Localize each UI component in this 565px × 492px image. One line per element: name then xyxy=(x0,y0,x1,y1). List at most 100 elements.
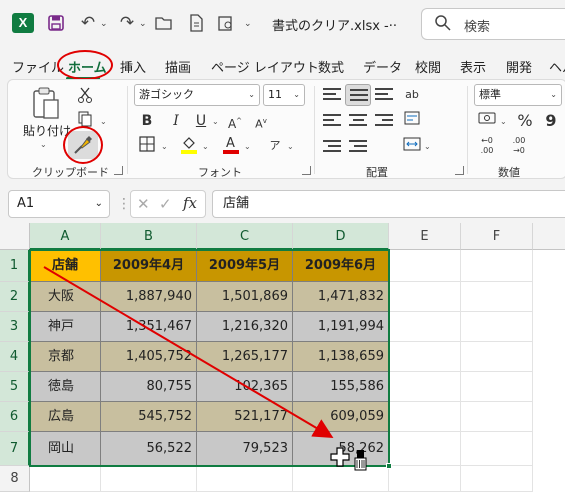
table-cell[interactable]: 神戸 xyxy=(30,312,101,342)
empty-cell[interactable] xyxy=(389,282,461,312)
empty-cell[interactable] xyxy=(461,432,533,466)
column-header-b[interactable]: B xyxy=(101,223,197,250)
column-header-a[interactable]: A xyxy=(30,223,101,250)
font-size-select[interactable]: 11 ⌄ xyxy=(263,84,305,106)
align-middle-button[interactable] xyxy=(345,84,371,106)
quick-access-menu-icon[interactable]: ⌄ xyxy=(244,12,256,36)
empty-cell[interactable] xyxy=(197,466,293,492)
table-cell[interactable]: 大阪 xyxy=(30,282,101,312)
table-cell[interactable]: 1,351,467 xyxy=(101,312,197,342)
tab-developer[interactable]: 開発 xyxy=(506,57,532,76)
fill-handle[interactable] xyxy=(386,463,392,469)
decrease-font-icon[interactable]: Av xyxy=(250,110,272,132)
tab-page-layout[interactable]: ページ レイアウト xyxy=(211,57,319,76)
column-header-g[interactable] xyxy=(533,223,565,250)
table-cell[interactable]: 広島 xyxy=(30,402,101,432)
currency-dropdown-icon[interactable]: ⌄ xyxy=(500,117,507,126)
table-cell[interactable]: 521,177 xyxy=(197,402,293,432)
copy-dropdown-icon[interactable]: ⌄ xyxy=(100,117,107,126)
empty-cell[interactable] xyxy=(461,312,533,342)
column-header-f[interactable]: F xyxy=(461,223,533,250)
table-cell[interactable]: 1,501,869 xyxy=(197,282,293,312)
clipboard-launcher-icon[interactable] xyxy=(114,166,123,175)
row-header-1[interactable]: 1 xyxy=(0,250,30,282)
cell-b1[interactable]: 2009年4月 xyxy=(101,250,197,282)
row-header-4[interactable]: 4 xyxy=(0,342,30,372)
empty-cell[interactable] xyxy=(389,432,461,466)
empty-cell[interactable] xyxy=(30,466,101,492)
row-header-5[interactable]: 5 xyxy=(0,372,30,402)
row-header-8[interactable]: 8 xyxy=(0,466,30,492)
enter-icon[interactable]: ✓ xyxy=(159,195,172,213)
decrease-indent-icon[interactable] xyxy=(323,140,341,156)
name-box[interactable]: A1 ⌄ xyxy=(8,190,110,218)
borders-icon[interactable] xyxy=(136,136,158,158)
fill-color-icon[interactable] xyxy=(178,135,200,157)
font-name-select[interactable]: 游ゴシック ⌄ xyxy=(134,84,260,106)
empty-cell[interactable] xyxy=(389,372,461,402)
empty-cell[interactable] xyxy=(389,402,461,432)
tab-review[interactable]: 校閲 xyxy=(415,57,441,76)
table-cell[interactable]: 1,887,940 xyxy=(101,282,197,312)
empty-cell[interactable] xyxy=(461,372,533,402)
decrease-decimal-icon[interactable]: .00 →0 xyxy=(508,136,530,158)
table-cell[interactable]: 徳島 xyxy=(30,372,101,402)
cell-a1[interactable]: 店舗 xyxy=(30,250,101,282)
formula-input[interactable]: 店舗 xyxy=(212,190,565,218)
comma-style-button[interactable]: 9 xyxy=(540,110,562,132)
align-center-icon[interactable] xyxy=(349,114,367,130)
table-cell[interactable]: 1,138,659 xyxy=(293,342,389,372)
orientation-icon[interactable]: ab xyxy=(401,84,423,106)
merge-dropdown-icon[interactable]: ⌄ xyxy=(424,142,431,151)
file-icon[interactable] xyxy=(184,11,208,35)
select-all-corner[interactable] xyxy=(0,223,30,250)
wrap-text-icon[interactable] xyxy=(401,110,423,132)
cell-c1[interactable]: 2009年5月 xyxy=(197,250,293,282)
bold-button[interactable]: B xyxy=(136,110,158,132)
paste-icon[interactable] xyxy=(30,86,64,120)
table-cell[interactable]: 79,523 xyxy=(197,432,293,466)
table-cell[interactable]: 岡山 xyxy=(30,432,101,466)
alignment-launcher-icon[interactable] xyxy=(455,166,464,175)
tab-data[interactable]: データ xyxy=(363,57,402,76)
fill-color-dropdown-icon[interactable]: ⌄ xyxy=(202,142,209,151)
italic-button[interactable]: I xyxy=(165,110,187,132)
undo-dropdown-icon[interactable]: ⌄ xyxy=(100,12,112,36)
font-launcher-icon[interactable] xyxy=(302,166,311,175)
tab-view[interactable]: 表示 xyxy=(460,57,486,76)
column-header-d[interactable]: D xyxy=(293,223,389,250)
table-cell[interactable]: 京都 xyxy=(30,342,101,372)
insert-function-button[interactable]: fx xyxy=(183,194,197,212)
font-color-icon[interactable]: A xyxy=(220,135,242,157)
increase-font-icon[interactable]: A^ xyxy=(224,110,246,132)
open-folder-icon[interactable] xyxy=(152,11,176,35)
tab-help[interactable]: ヘル xyxy=(549,57,565,76)
drag-handle-icon[interactable]: ⋮ xyxy=(117,196,131,212)
row-header-3[interactable]: 3 xyxy=(0,312,30,342)
tab-draw[interactable]: 描画 xyxy=(165,57,191,76)
merge-center-icon[interactable] xyxy=(401,136,423,158)
table-cell[interactable]: 1,471,832 xyxy=(293,282,389,312)
font-color-dropdown-icon[interactable]: ⌄ xyxy=(244,142,251,151)
redo-dropdown-icon[interactable]: ⌄ xyxy=(139,12,151,36)
empty-cell[interactable] xyxy=(389,342,461,372)
tab-formulas[interactable]: 数式 xyxy=(318,57,344,76)
empty-cell[interactable] xyxy=(101,466,197,492)
table-cell[interactable]: 56,522 xyxy=(101,432,197,466)
cancel-icon[interactable]: ✕ xyxy=(137,195,150,213)
underline-dropdown-icon[interactable]: ⌄ xyxy=(212,117,219,126)
empty-cell[interactable] xyxy=(389,312,461,342)
table-cell[interactable]: 80,755 xyxy=(101,372,197,402)
table-cell[interactable]: 102,365 xyxy=(197,372,293,402)
align-top-icon[interactable] xyxy=(323,88,341,104)
borders-dropdown-icon[interactable]: ⌄ xyxy=(161,142,168,151)
increase-indent-icon[interactable] xyxy=(349,140,367,156)
tab-insert[interactable]: 挿入 xyxy=(120,57,146,76)
empty-cell[interactable] xyxy=(461,250,533,282)
save-icon[interactable] xyxy=(44,11,68,35)
currency-icon[interactable] xyxy=(476,110,498,132)
table-cell[interactable]: 1,191,994 xyxy=(293,312,389,342)
phonetic-dropdown-icon[interactable]: ⌄ xyxy=(287,142,294,151)
row-header-2[interactable]: 2 xyxy=(0,282,30,312)
align-right-icon[interactable] xyxy=(375,114,393,130)
